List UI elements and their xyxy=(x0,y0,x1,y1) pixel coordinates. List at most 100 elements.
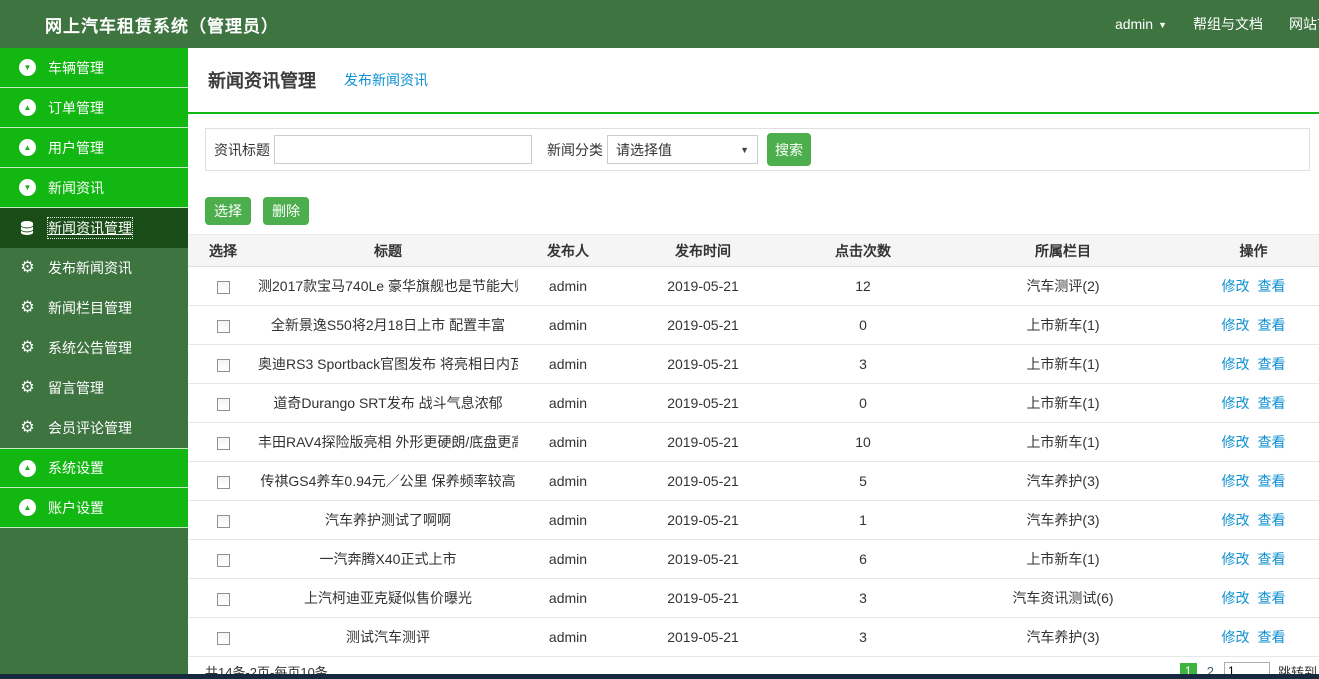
select-cell xyxy=(188,266,258,306)
view-link[interactable]: 查看 xyxy=(1258,278,1286,294)
row-checkbox[interactable] xyxy=(216,358,230,372)
clicks-cell: 5 xyxy=(788,461,938,501)
sidebar-item-vehicle-mgmt[interactable]: ▼ 车辆管理 xyxy=(0,48,188,88)
view-link[interactable]: 查看 xyxy=(1258,356,1286,372)
publisher-cell: admin xyxy=(518,500,618,540)
sidebar-item-member-comment-mgmt[interactable]: ⚙ 会员评论管理 xyxy=(0,408,188,448)
edit-link[interactable]: 修改 xyxy=(1222,473,1250,489)
row-checkbox[interactable] xyxy=(216,319,230,333)
gear-icon: ⚙ xyxy=(20,299,35,316)
table-row: 测试汽车测评 admin 2019-05-21 3 汽车养护(3) 修改 查看 xyxy=(188,617,1319,657)
search-panel: 资讯标题 新闻分类 请选择值 ▼ 搜索 xyxy=(205,128,1310,171)
row-checkbox[interactable] xyxy=(216,436,230,450)
publisher-cell: admin xyxy=(518,422,618,462)
user-dropdown[interactable]: admin ▼ xyxy=(1115,16,1167,32)
search-button[interactable]: 搜索 xyxy=(767,133,811,166)
category-cell: 上市新车(1) xyxy=(938,539,1188,579)
select-cell xyxy=(188,578,258,618)
sidebar-item-user-mgmt[interactable]: ▲ 用户管理 xyxy=(0,128,188,168)
edit-link[interactable]: 修改 xyxy=(1222,278,1250,294)
gear-icon: ⚙ xyxy=(20,339,35,356)
gear-icon: ⚙ xyxy=(20,419,35,436)
circle-arrow-up-icon: ▲ xyxy=(19,99,36,116)
view-link[interactable]: 查看 xyxy=(1258,395,1286,411)
ops-cell: 修改 查看 xyxy=(1188,266,1319,306)
clicks-cell: 3 xyxy=(788,617,938,657)
sidebar-item-account-settings[interactable]: ▲ 账户设置 xyxy=(0,488,188,528)
sidebar-item-message-mgmt[interactable]: ⚙ 留言管理 xyxy=(0,368,188,408)
select-button[interactable]: 选择 xyxy=(205,197,251,225)
sidebar-item-system-settings[interactable]: ▲ 系统设置 xyxy=(0,448,188,488)
delete-button[interactable]: 删除 xyxy=(263,197,309,225)
edit-link[interactable]: 修改 xyxy=(1222,590,1250,606)
table-row: 汽车养护测试了啊啊 admin 2019-05-21 1 汽车养护(3) 修改查… xyxy=(188,500,1319,540)
publisher-cell: admin xyxy=(518,617,618,657)
view-link[interactable]: 查看 xyxy=(1258,512,1286,528)
row-checkbox[interactable] xyxy=(216,592,230,606)
view-link[interactable]: 查看 xyxy=(1258,473,1286,489)
view-link[interactable]: 查看 xyxy=(1258,551,1286,567)
sidebar: ▼ 车辆管理 ▲ 订单管理 ▲ 用户管理 ▼ 新闻资讯 新闻资讯管理 ⚙ 发布新… xyxy=(0,48,188,679)
sidebar-item-publish-news[interactable]: ⚙ 发布新闻资讯 xyxy=(0,248,188,288)
app-title: 网上汽车租赁系统（管理员） xyxy=(45,16,279,36)
edit-link[interactable]: 修改 xyxy=(1222,512,1250,528)
edit-link[interactable]: 修改 xyxy=(1222,356,1250,372)
clicks-cell: 10 xyxy=(788,422,938,462)
title-cell: 测2017款宝马740Le 豪华旗舰也是节能大师 xyxy=(258,266,518,306)
sidebar-item-announcement-mgmt[interactable]: ⚙ 系统公告管理 xyxy=(0,328,188,368)
circle-arrow-down-icon: ▼ xyxy=(19,179,36,196)
category-select[interactable]: 请选择值 ▼ xyxy=(607,135,758,164)
news-category-label: 新闻分类 xyxy=(547,141,603,158)
edit-link[interactable]: 修改 xyxy=(1222,434,1250,450)
view-link[interactable]: 查看 xyxy=(1258,629,1286,645)
edit-link[interactable]: 修改 xyxy=(1222,629,1250,645)
row-checkbox[interactable] xyxy=(216,397,230,411)
news-title-input[interactable] xyxy=(274,135,532,164)
news-title-label: 资讯标题 xyxy=(214,141,270,158)
site-home-link[interactable]: 网站首页 xyxy=(1289,14,1319,34)
ops-cell: 修改 查看 xyxy=(1188,617,1319,657)
publish-news-link[interactable]: 发布新闻资讯 xyxy=(344,70,428,90)
col-date: 发布时间 xyxy=(618,234,788,267)
row-checkbox[interactable] xyxy=(216,475,230,489)
publisher-cell: admin xyxy=(518,383,618,423)
select-cell xyxy=(188,383,258,423)
view-link[interactable]: 查看 xyxy=(1258,590,1286,606)
col-publisher: 发布人 xyxy=(518,234,618,267)
ops-cell: 修改 查看 xyxy=(1188,539,1319,579)
row-checkbox[interactable] xyxy=(216,553,230,567)
sidebar-item-order-mgmt[interactable]: ▲ 订单管理 xyxy=(0,88,188,128)
category-cell: 上市新车(1) xyxy=(938,422,1188,462)
edit-link[interactable]: 修改 xyxy=(1222,317,1250,333)
database-icon xyxy=(19,220,36,236)
row-checkbox[interactable] xyxy=(216,280,230,294)
gear-icon: ⚙ xyxy=(20,379,35,396)
clicks-cell: 3 xyxy=(788,578,938,618)
publisher-cell: admin xyxy=(518,344,618,384)
title-cell: 丰田RAV4探险版亮相 外形更硬朗/底盘更高 xyxy=(258,422,518,462)
sidebar-item-news-mgmt[interactable]: 新闻资讯管理 xyxy=(0,208,188,248)
help-docs-link[interactable]: 帮组与文档 xyxy=(1193,14,1263,34)
date-cell: 2019-05-21 xyxy=(618,617,788,657)
edit-link[interactable]: 修改 xyxy=(1222,551,1250,567)
row-checkbox[interactable] xyxy=(216,514,230,528)
category-cell: 汽车养护(3) xyxy=(938,461,1188,501)
ops-cell: 修改 查看 xyxy=(1188,422,1319,462)
row-checkbox[interactable] xyxy=(216,631,230,645)
sidebar-item-news[interactable]: ▼ 新闻资讯 xyxy=(0,168,188,208)
chevron-down-icon: ▼ xyxy=(740,144,749,155)
clicks-cell: 0 xyxy=(788,383,938,423)
category-cell: 汽车资讯测试(6) xyxy=(938,578,1188,618)
sidebar-item-news-category-mgmt[interactable]: ⚙ 新闻栏目管理 xyxy=(0,288,188,328)
publisher-cell: admin xyxy=(518,578,618,618)
col-clicks: 点击次数 xyxy=(788,234,938,267)
view-link[interactable]: 查看 xyxy=(1258,434,1286,450)
select-cell xyxy=(188,617,258,657)
edit-link[interactable]: 修改 xyxy=(1222,395,1250,411)
select-cell xyxy=(188,344,258,384)
date-cell: 2019-05-21 xyxy=(618,461,788,501)
date-cell: 2019-05-21 xyxy=(618,539,788,579)
title-cell: 道奇Durango SRT发布 战斗气息浓郁 xyxy=(258,383,518,423)
clicks-cell: 1 xyxy=(788,500,938,540)
view-link[interactable]: 查看 xyxy=(1258,317,1286,333)
